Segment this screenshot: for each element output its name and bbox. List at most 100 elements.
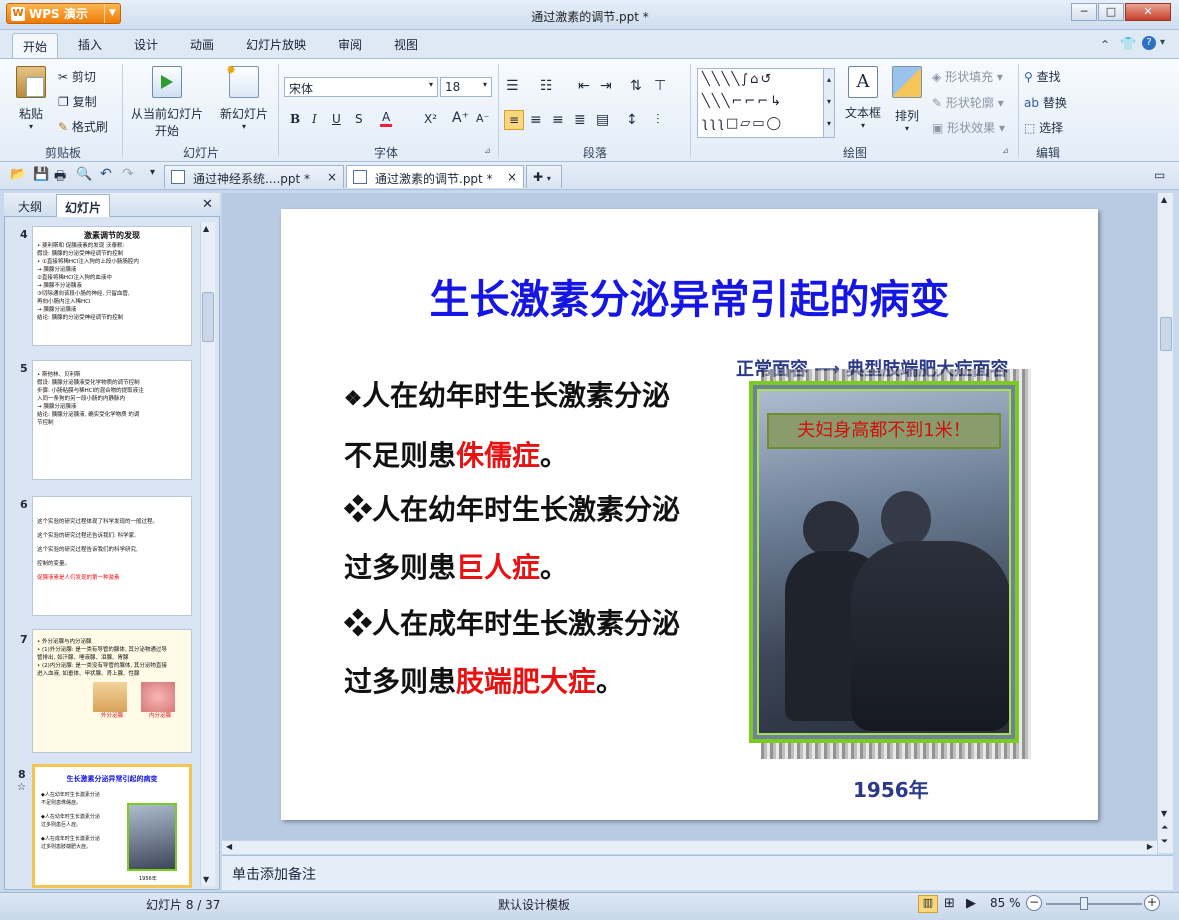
numbered-list-icon[interactable]: ☷ [540,78,553,94]
previous-slide-icon[interactable]: ⏶ [1161,823,1168,833]
find-button[interactable]: ⚲ 查找 [1024,68,1061,85]
print-icon[interactable]: 🖶 [54,167,66,189]
slide-thumbnail-5[interactable]: • 斯他林、贝利斯 假设: 胰腺分泌胰液受化学物质的调节控制 步骤: 小肠粘膜与… [32,360,192,480]
maximize-button[interactable]: □ [1098,3,1124,21]
photo-year[interactable]: 1956年 [853,774,929,803]
slide-thumbnail-8[interactable]: 生长激素分泌异常引起的病变 ◆人在幼年时生长激素分泌 不足则患侏儒症。 ◆人在幼… [32,764,192,888]
zoom-slider-thumb[interactable] [1080,897,1088,910]
align-left-icon[interactable]: ≡ [504,110,524,130]
close-button[interactable]: ✕ [1125,3,1171,21]
line-spacing-icon[interactable]: ↕ [626,112,638,128]
scroll-up-icon[interactable]: ▲ [1161,195,1167,204]
bullet-list-icon[interactable]: ☰ [506,78,519,94]
font-color-icon[interactable]: A [380,110,393,127]
shape-fill-button[interactable]: ◈ 形状填充 ▾ [932,68,1003,85]
shrink-font-icon[interactable]: A⁻ [476,112,489,125]
notes-pane[interactable]: 单击添加备注 [222,855,1173,890]
close-tab-icon[interactable]: × [507,170,517,184]
minimize-button[interactable]: ─ [1071,3,1097,21]
new-slide-button[interactable]: ✸ 新幻灯片 ▾ [216,63,272,131]
dialog-launcher-icon[interactable]: ⊿ [484,146,491,155]
slide-thumbnail-6[interactable]: 这个实验的研究过程体现了科学发现的一般过程。 这个实验的研究过程还告诉我们: 科… [32,496,192,616]
decrease-indent-icon[interactable]: ⇤ [578,78,590,94]
bullet-dwarfism[interactable]: ❖人在幼年时生长激素分泌 不足则患侏儒症。 [344,367,670,485]
strikethrough-icon[interactable]: S [355,112,363,126]
tab-design[interactable]: 设计 [134,36,158,53]
slideshow-view-icon[interactable]: ▶ [966,896,976,911]
bullet-gigantism[interactable]: ❖人在幼年时生长激素分泌 过多则患巨人症。 [344,481,680,597]
textbox-button[interactable]: A 文本框 ▾ [843,66,883,130]
doc-tab-hormone[interactable]: 通过激素的调节.ppt * × [346,165,524,188]
justify-icon[interactable]: ≣ [574,112,586,128]
underline-icon[interactable]: U [332,112,341,126]
format-painter-button[interactable]: ✎ 格式刷 [58,118,108,135]
copy-button[interactable]: ❐ 复制 [58,93,97,110]
scroll-thumb[interactable] [1160,317,1172,351]
undo-icon[interactable]: ↶ [100,166,112,182]
tab-outline[interactable]: 大纲 [10,196,50,217]
editor-horizontal-scrollbar[interactable]: ◀ ▶ [222,840,1157,854]
tab-slideshow[interactable]: 幻灯片放映 [246,36,306,53]
dialog-launcher-icon[interactable]: ⊿ [1002,146,1009,155]
scroll-up-icon[interactable]: ▲ [203,224,209,233]
align-text-icon[interactable]: ⊤ [654,78,666,94]
tab-view[interactable]: 视图 [394,36,418,53]
editor-vertical-scrollbar[interactable]: ▲ ▼ ⏶ ⏷ [1157,193,1173,853]
customize-qat-icon[interactable]: ▾ [150,167,155,178]
thumbnail-scrollbar[interactable]: ▼ ▲ [200,222,215,886]
distribute-icon[interactable]: ▤ [596,112,609,128]
new-tab-button[interactable]: ✚ ▾ [526,165,562,188]
slide-canvas[interactable]: 生长激素分泌异常引起的病变 ❖人在幼年时生长激素分泌 不足则患侏儒症。 ❖人在幼… [281,209,1098,820]
grow-font-icon[interactable]: A⁺ [452,110,469,126]
scroll-down-icon[interactable]: ▼ [1161,809,1167,818]
slide-thumbnail-4[interactable]: 激素调节的发现 • 斐利斯和 促胰液素的发现 沃泰默: 假设: 胰腺的分泌受神经… [32,226,192,346]
scroll-thumb[interactable] [202,292,214,342]
tab-insert[interactable]: 插入 [78,36,102,53]
text-direction-icon[interactable]: ⇅ [630,78,642,94]
zoom-slider-track[interactable] [1046,903,1142,905]
shapes-gallery[interactable]: ╲╲╲╲∫⌂↺ ╲╲╲⌐⌐⌐↳ ʅʅʅ□▱▭◯ [697,68,835,138]
shape-outline-button[interactable]: ✎ 形状轮廓 ▾ [932,94,1004,111]
shapes-gallery-scroll[interactable]: ▴ ▾ ▾ [823,68,835,138]
wps-app-menu-button[interactable]: W WPS 演示 ▼ [6,3,121,24]
increase-indent-icon[interactable]: ⇥ [600,78,612,94]
slide-thumbnail-7[interactable]: • 外分泌腺与内分泌腺 • (1)外分泌腺: 是一类有导管的腺体, 其分泌物通过… [32,629,192,753]
font-size-select[interactable]: 18 ▾ [440,77,492,97]
arrange-button[interactable]: 排列 ▾ [890,66,924,133]
font-name-select[interactable]: 宋体 ▾ [284,77,438,97]
photo-caption[interactable]: 夫妇身高都不到1米！ [767,413,1001,449]
replace-button[interactable]: ab 替换 [1024,94,1067,111]
window-layout-icon[interactable]: ▭ [1154,168,1165,182]
close-panel-icon[interactable]: ✕ [202,197,213,212]
select-button[interactable]: ⬚ 选择 [1024,119,1063,136]
save-icon[interactable]: 💾 [33,167,49,182]
zoom-in-icon[interactable]: + [1144,895,1160,911]
ribbon-collapse-icon[interactable]: ⌃ [1100,38,1110,52]
doc-tab-nervous[interactable]: 通过神经系统....ppt * × [164,165,344,188]
superscript-icon[interactable]: X² [424,112,437,126]
print-preview-icon[interactable]: 🔍 [76,167,92,182]
tab-slides[interactable]: 幻灯片 [56,194,111,217]
align-center-icon[interactable]: ≡ [530,112,542,128]
columns-icon[interactable]: ⫶ [656,112,660,128]
bullet-acromegaly[interactable]: ❖人在成年时生长激素分泌 过多则患肢端肥大症。 [344,595,680,711]
slideshow-from-current-button[interactable]: 从当前幻灯片 开始 [128,66,206,139]
next-slide-icon[interactable]: ⏷ [1161,837,1168,847]
scroll-right-icon[interactable]: ▶ [1147,842,1153,851]
tab-home[interactable]: 开始 [12,33,59,59]
tab-animation[interactable]: 动画 [190,36,214,53]
zoom-out-icon[interactable]: − [1026,895,1042,911]
italic-icon[interactable]: I [312,112,317,126]
open-folder-icon[interactable]: 📂 [10,167,26,182]
slide-sorter-icon[interactable]: ⊞ [944,896,955,911]
align-right-icon[interactable]: ≡ [552,112,564,128]
tab-review[interactable]: 审阅 [338,36,362,53]
scroll-left-icon[interactable]: ◀ [226,842,232,851]
bold-icon[interactable]: B [290,112,300,126]
close-tab-icon[interactable]: × [327,170,337,184]
help-icon[interactable]: ? [1142,36,1156,50]
scroll-down-icon[interactable]: ▼ [203,875,209,884]
cut-button[interactable]: ✂ 剪切 [58,68,96,85]
help-dropdown-icon[interactable]: ▾ [1160,37,1165,48]
shape-effect-button[interactable]: ▣ 形状效果 ▾ [932,119,1005,136]
